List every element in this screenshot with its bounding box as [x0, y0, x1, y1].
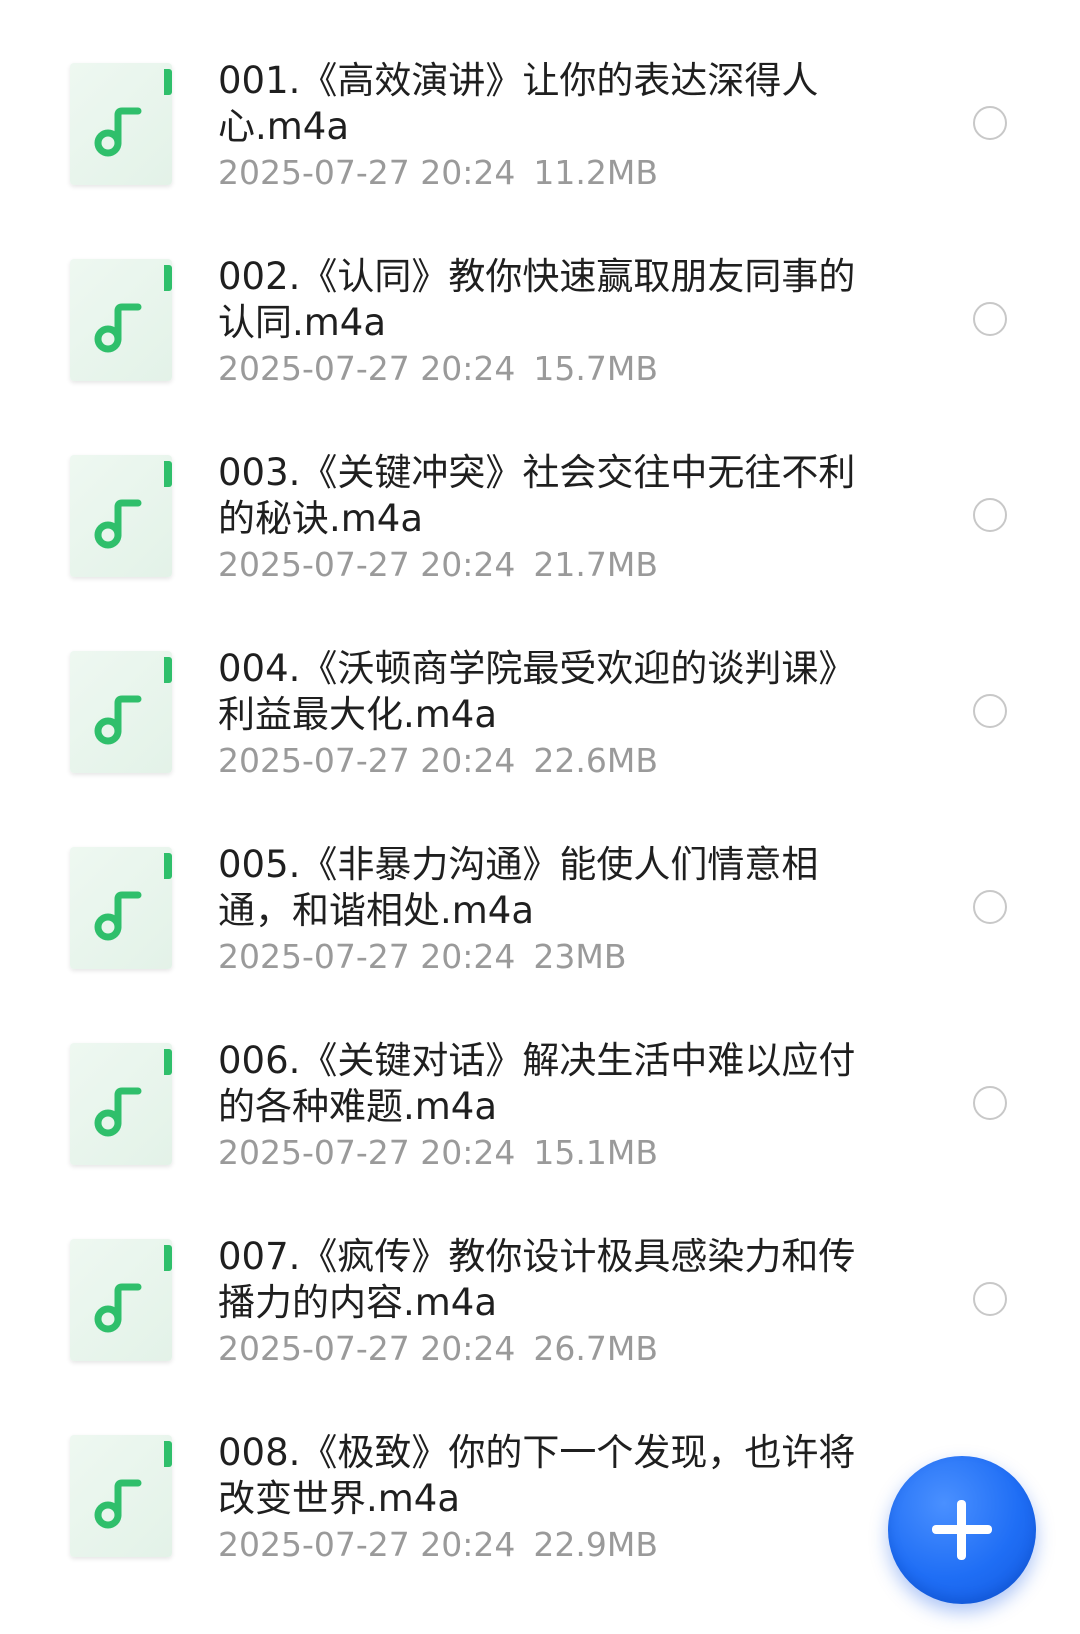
audio-file-thumbnail — [70, 651, 172, 773]
file-date: 2025-07-27 20:24 — [218, 937, 516, 976]
file-corner-tab — [164, 461, 172, 487]
file-size: 22.6MB — [533, 741, 658, 780]
music-note-icon — [94, 695, 142, 745]
file-row[interactable]: 005.《非暴力沟通》能使人们情意相通，和谐相处.m4a 2025-07-27 … — [0, 784, 1080, 989]
file-meta: 2025-07-27 20:24 22.6MB — [218, 741, 658, 781]
file-size: 11.2MB — [533, 153, 658, 192]
music-note-icon — [94, 1283, 142, 1333]
select-radio[interactable] — [973, 106, 1007, 140]
file-date: 2025-07-27 20:24 — [218, 1329, 516, 1368]
file-date: 2025-07-27 20:24 — [218, 545, 516, 584]
file-corner-tab — [164, 1049, 172, 1075]
file-size: 23MB — [533, 937, 627, 976]
audio-file-thumbnail — [70, 1435, 172, 1557]
file-corner-tab — [164, 69, 172, 95]
file-size: 26.7MB — [533, 1329, 658, 1368]
file-row[interactable]: 004.《沃顿商学院最受欢迎的谈判课》利益最大化.m4a 2025-07-27 … — [0, 588, 1080, 793]
file-date: 2025-07-27 20:24 — [218, 1133, 516, 1172]
file-date: 2025-07-27 20:24 — [218, 1525, 516, 1564]
file-name: 002.《认同》教你快速赢取朋友同事的认同.m4a — [218, 255, 856, 344]
audio-file-thumbnail — [70, 259, 172, 381]
file-meta: 2025-07-27 20:24 21.7MB — [218, 545, 658, 585]
file-meta: 2025-07-27 20:24 15.1MB — [218, 1133, 658, 1173]
file-name: 005.《非暴力沟通》能使人们情意相通，和谐相处.m4a — [218, 843, 819, 932]
file-size: 15.7MB — [533, 349, 658, 388]
file-meta: 2025-07-27 20:24 11.2MB — [218, 153, 658, 193]
audio-file-thumbnail — [70, 63, 172, 185]
file-date: 2025-07-27 20:24 — [218, 153, 516, 192]
music-note-icon — [94, 1087, 142, 1137]
file-corner-tab — [164, 657, 172, 683]
file-row[interactable]: 001.《高效演讲》让你的表达深得人心.m4a 2025-07-27 20:24… — [0, 0, 1080, 205]
file-corner-tab — [164, 1245, 172, 1271]
file-meta: 2025-07-27 20:24 26.7MB — [218, 1329, 658, 1369]
file-size: 15.1MB — [533, 1133, 658, 1172]
audio-file-thumbnail — [70, 847, 172, 969]
music-note-icon — [94, 303, 142, 353]
file-list: 001.《高效演讲》让你的表达深得人心.m4a 2025-07-27 20:24… — [0, 0, 1080, 1634]
file-row[interactable]: 002.《认同》教你快速赢取朋友同事的认同.m4a 2025-07-27 20:… — [0, 196, 1080, 401]
audio-file-thumbnail — [70, 455, 172, 577]
file-meta: 2025-07-27 20:24 15.7MB — [218, 349, 658, 389]
audio-file-thumbnail — [70, 1239, 172, 1361]
select-radio[interactable] — [973, 890, 1007, 924]
select-radio[interactable] — [973, 1086, 1007, 1120]
music-note-icon — [94, 499, 142, 549]
file-date: 2025-07-27 20:24 — [218, 741, 516, 780]
file-corner-tab — [164, 265, 172, 291]
file-size: 21.7MB — [533, 545, 658, 584]
file-corner-tab — [164, 1441, 172, 1467]
select-radio[interactable] — [973, 1282, 1007, 1316]
select-radio[interactable] — [973, 302, 1007, 336]
music-note-icon — [94, 1479, 142, 1529]
plus-icon-vertical — [957, 1500, 966, 1560]
file-meta: 2025-07-27 20:24 22.9MB — [218, 1525, 658, 1565]
add-fab-button[interactable] — [888, 1456, 1036, 1604]
select-radio[interactable] — [973, 694, 1007, 728]
file-size: 22.9MB — [533, 1525, 658, 1564]
file-date: 2025-07-27 20:24 — [218, 349, 516, 388]
file-name: 004.《沃顿商学院最受欢迎的谈判课》利益最大化.m4a — [218, 647, 856, 736]
music-note-icon — [94, 891, 142, 941]
select-radio[interactable] — [973, 498, 1007, 532]
file-name: 003.《关键冲突》社会交往中无往不利的秘诀.m4a — [218, 451, 856, 540]
file-row[interactable]: 007.《疯传》教你设计极具感染力和传播力的内容.m4a 2025-07-27 … — [0, 1176, 1080, 1381]
file-meta: 2025-07-27 20:24 23MB — [218, 937, 626, 977]
file-row[interactable]: 006.《关键对话》解决生活中难以应付的各种难题.m4a 2025-07-27 … — [0, 980, 1080, 1185]
file-name: 006.《关键对话》解决生活中难以应付的各种难题.m4a — [218, 1039, 856, 1128]
file-corner-tab — [164, 853, 172, 879]
file-name: 001.《高效演讲》让你的表达深得人心.m4a — [218, 59, 819, 148]
file-name: 008.《极致》你的下一个发现，也许将改变世界.m4a — [218, 1431, 856, 1520]
file-name: 007.《疯传》教你设计极具感染力和传播力的内容.m4a — [218, 1235, 856, 1324]
file-row[interactable]: 003.《关键冲突》社会交往中无往不利的秘诀.m4a 2025-07-27 20… — [0, 392, 1080, 597]
music-note-icon — [94, 107, 142, 157]
audio-file-thumbnail — [70, 1043, 172, 1165]
